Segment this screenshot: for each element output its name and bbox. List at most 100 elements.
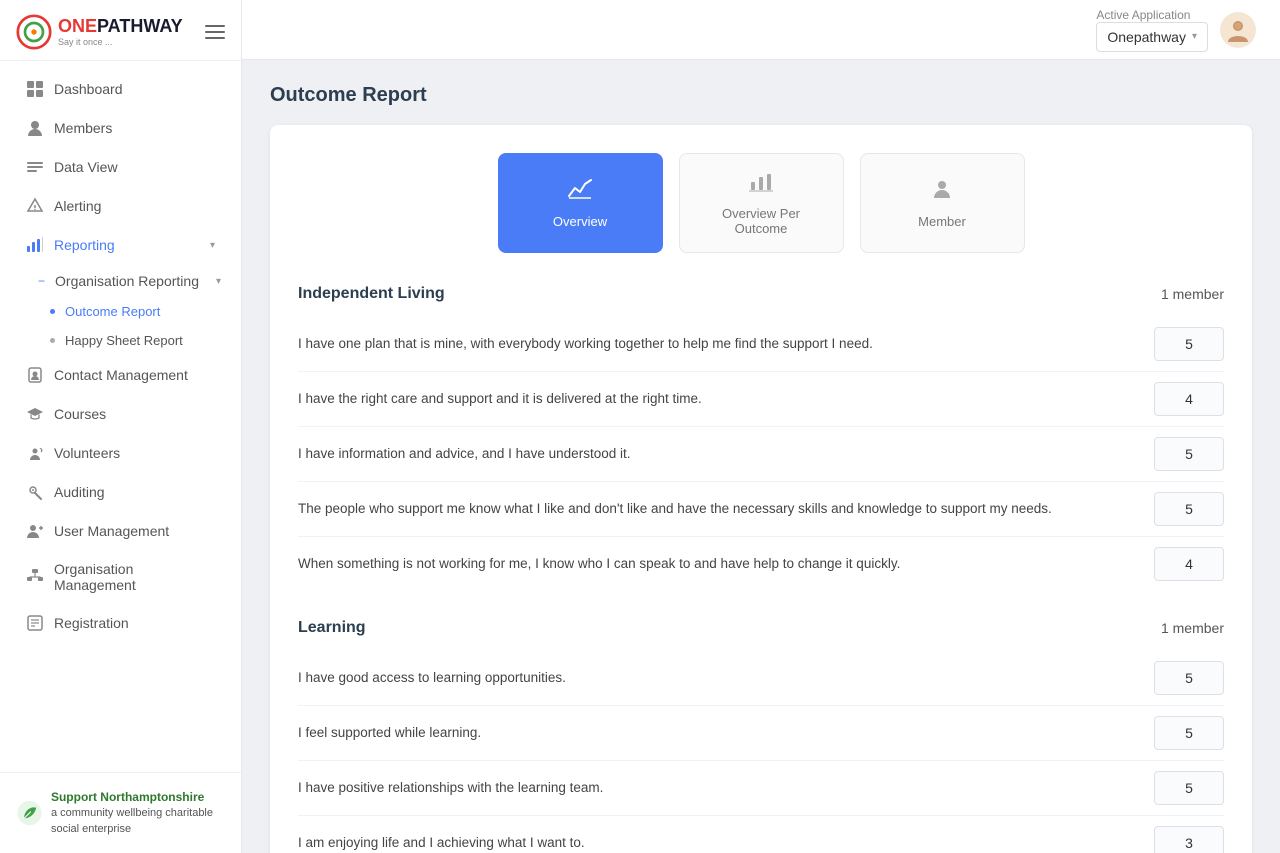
outcome-text: I have positive relationships with the l… <box>298 778 1154 798</box>
footer-logo: Support Northamptonshire a community wel… <box>16 789 225 837</box>
outcome-row: I feel supported while learning.5 <box>298 706 1224 761</box>
section-learning: Learning 1 member I have good access to le… <box>298 619 1224 853</box>
tab-member[interactable]: Member <box>860 153 1025 253</box>
score-box: 5 <box>1154 492 1224 526</box>
tab-label: Overview <box>553 214 607 229</box>
score-box: 5 <box>1154 716 1224 750</box>
main-nav: Dashboard Members Data View Alerting <box>0 61 241 772</box>
sidebar-item-label: Reporting <box>54 237 200 253</box>
sidebar-item-label: Organisation Reporting <box>55 273 206 289</box>
volunteers-icon <box>26 444 44 462</box>
chevron-down-icon: ▾ <box>1192 31 1197 42</box>
sidebar-item-reporting[interactable]: Reporting ▾ <box>6 226 235 264</box>
org-mgmt-icon <box>26 568 44 586</box>
active-dot <box>50 309 55 314</box>
dashboard-icon <box>26 80 44 98</box>
outcome-row: The people who support me know what I li… <box>298 482 1224 537</box>
report-card: Overview Overview Per Outcome <box>270 125 1252 853</box>
sidebar-item-dashboard[interactable]: Dashboard <box>6 70 235 108</box>
sidebar-item-contact-management[interactable]: Contact Management <box>6 356 235 394</box>
sidebar-item-members[interactable]: Members <box>6 109 235 147</box>
sidebar-item-label: Contact Management <box>54 367 215 383</box>
outcome-member-count: 1 member <box>1161 286 1224 302</box>
footer-org-name: Support Northamptonshire <box>51 790 204 804</box>
person-icon <box>931 178 953 206</box>
sidebar-item-alerting[interactable]: Alerting <box>6 187 235 225</box>
page-title: Outcome Report <box>270 84 1252 107</box>
alerting-icon <box>26 197 44 215</box>
topbar: Active Application Onepathway ▾ <box>242 0 1280 60</box>
sidebar-item-label: Alerting <box>54 198 215 214</box>
auditing-icon <box>26 483 44 501</box>
contact-icon <box>26 366 44 384</box>
tab-overview[interactable]: Overview <box>498 153 663 253</box>
sidebar-item-volunteers[interactable]: Volunteers <box>6 434 235 472</box>
logo-icon <box>16 14 52 50</box>
outcome-text: I have the right care and support and it… <box>298 389 1154 409</box>
sidebar-item-label: Dashboard <box>54 81 215 97</box>
sidebar-item-label: Registration <box>54 615 215 631</box>
outcome-row: When something is not working for me, I … <box>298 537 1224 591</box>
sidebar-item-user-management[interactable]: User Management <box>6 512 235 550</box>
score-box: 4 <box>1154 547 1224 581</box>
content-area: Outcome Report Overview <box>242 60 1280 853</box>
active-app-label: Active Application <box>1096 8 1208 22</box>
outcome-title: Independent Living <box>298 285 445 303</box>
outcome-row: I am enjoying life and I achieving what … <box>298 816 1224 853</box>
tab-label: Overview Per Outcome <box>722 206 800 236</box>
outcome-title: Learning <box>298 619 366 637</box>
avatar-image <box>1222 14 1254 46</box>
outcome-text: The people who support me know what I li… <box>298 499 1154 519</box>
tabs-row: Overview Overview Per Outcome <box>298 153 1224 253</box>
sidebar-item-auditing[interactable]: Auditing <box>6 473 235 511</box>
score-box: 4 <box>1154 382 1224 416</box>
menu-toggle[interactable] <box>205 25 225 39</box>
footer-tagline: a community wellbeing charitable social … <box>51 806 225 837</box>
sidebar-item-label: Members <box>54 120 215 136</box>
app-selector[interactable]: Onepathway ▾ <box>1096 22 1208 52</box>
sidebar: ONEPATHWAY Say it once ... Dashboard Mem… <box>0 0 242 853</box>
members-icon <box>26 119 44 137</box>
sidebar-item-org-management[interactable]: Organisation Management <box>6 551 235 603</box>
chart-icon <box>567 178 593 206</box>
minus-icon: − <box>36 274 45 288</box>
sections-container: Independent Living 1 member I have one pla… <box>298 285 1224 853</box>
user-avatar[interactable] <box>1220 12 1256 48</box>
sidebar-item-registration[interactable]: Registration <box>6 604 235 642</box>
user-mgmt-icon <box>26 522 44 540</box>
sidebar-item-courses[interactable]: Courses <box>6 395 235 433</box>
outcome-row: I have information and advice, and I hav… <box>298 427 1224 482</box>
outcome-text: I feel supported while learning. <box>298 723 1154 743</box>
sidebar-item-data-view[interactable]: Data View <box>6 148 235 186</box>
sidebar-item-label: Outcome Report <box>65 304 221 319</box>
tab-label: Member <box>918 214 966 229</box>
outcome-text: I have information and advice, and I hav… <box>298 444 1154 464</box>
tab-overview-per-outcome[interactable]: Overview Per Outcome <box>679 153 844 253</box>
app-tagline: Say it once ... <box>58 37 183 47</box>
outcome-text: When something is not working for me, I … <box>298 554 1154 574</box>
sidebar-footer: Support Northamptonshire a community wel… <box>0 772 241 853</box>
score-box: 3 <box>1154 826 1224 853</box>
reporting-icon <box>26 236 44 254</box>
outcome-row: I have good access to learning opportuni… <box>298 651 1224 706</box>
score-box: 5 <box>1154 661 1224 695</box>
app-selector-value: Onepathway <box>1107 29 1186 45</box>
sidebar-item-outcome-report[interactable]: Outcome Report <box>0 297 241 326</box>
outcome-text: I have good access to learning opportuni… <box>298 668 1154 688</box>
courses-icon <box>26 405 44 423</box>
sidebar-item-happy-sheet[interactable]: Happy Sheet Report <box>0 326 241 355</box>
sidebar-item-org-reporting[interactable]: − Organisation Reporting ▾ <box>0 265 241 297</box>
outcome-row: I have one plan that is mine, with every… <box>298 317 1224 372</box>
outcome-text: I have one plan that is mine, with every… <box>298 334 1154 354</box>
outcome-text: I am enjoying life and I achieving what … <box>298 833 1154 853</box>
inactive-dot <box>50 338 55 343</box>
section-independent-living: Independent Living 1 member I have one pla… <box>298 285 1224 591</box>
score-box: 5 <box>1154 327 1224 361</box>
outcome-member-count: 1 member <box>1161 620 1224 636</box>
active-app-section: Active Application Onepathway ▾ <box>1096 8 1208 52</box>
brand-logo: ONEPATHWAY Say it once ... <box>16 14 183 50</box>
outcome-header: Independent Living 1 member <box>298 285 1224 303</box>
chevron-down-icon: ▾ <box>216 276 221 287</box>
main-area: Active Application Onepathway ▾ Outcome … <box>242 0 1280 853</box>
chevron-down-icon: ▾ <box>210 240 215 251</box>
